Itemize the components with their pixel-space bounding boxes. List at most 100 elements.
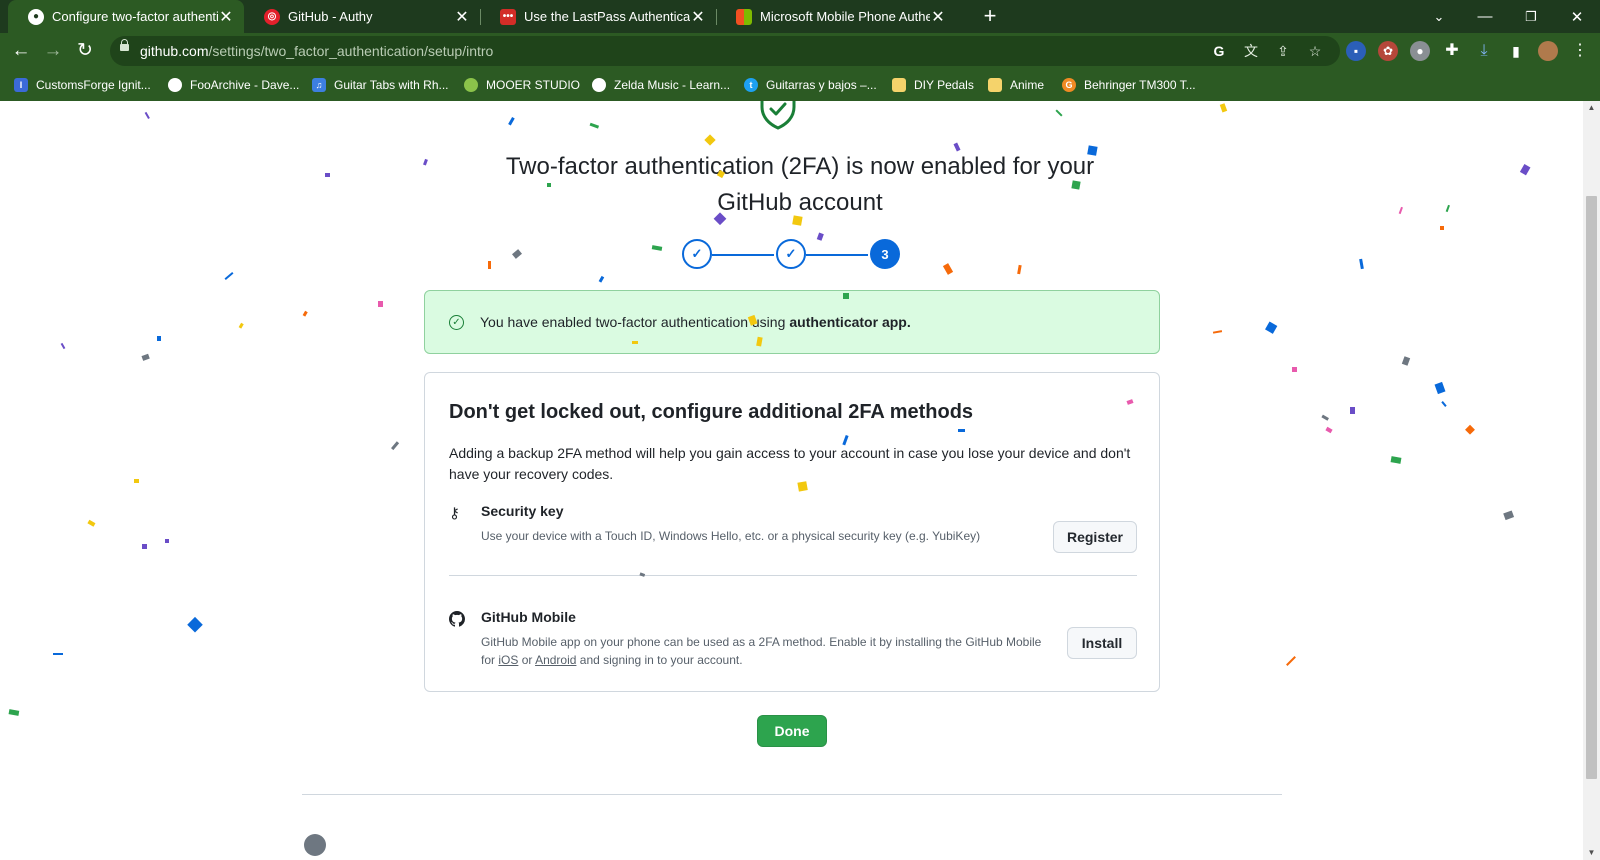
step-3-current: 3 bbox=[870, 239, 900, 269]
check-circle-icon: ✓ bbox=[449, 314, 464, 330]
folder-icon bbox=[892, 78, 906, 92]
folder-icon bbox=[988, 78, 1002, 92]
lastpass-favicon-icon: ••• bbox=[500, 8, 516, 25]
scrollbar-thumb[interactable] bbox=[1586, 196, 1597, 779]
lock-icon[interactable] bbox=[120, 39, 129, 51]
bookmark-fooarchive[interactable]: FooArchive - Dave... bbox=[168, 76, 299, 94]
flash-text: You have enabled two-factor authenticati… bbox=[480, 314, 786, 330]
step-connector bbox=[712, 254, 774, 256]
close-tab-icon[interactable]: ✕ bbox=[690, 7, 706, 27]
close-tab-icon[interactable]: ✕ bbox=[930, 7, 946, 27]
or-text: or bbox=[521, 653, 533, 667]
github-mobile-method: GitHub Mobile GitHub Mobile app on your … bbox=[449, 609, 1137, 669]
close-tab-icon[interactable]: ✕ bbox=[454, 7, 470, 27]
security-key-title: Security key bbox=[481, 503, 564, 519]
behringer-favicon-icon: G bbox=[1062, 78, 1076, 92]
github-footer-logo-icon bbox=[304, 834, 326, 856]
tab-microsoft[interactable]: Microsoft Mobile Phone Authenti ✕ bbox=[716, 0, 956, 33]
bookmark-label: Guitar Tabs with Rh... bbox=[334, 78, 449, 92]
extension-gray-icon[interactable]: ● bbox=[1410, 41, 1430, 61]
new-tab-plus-icon[interactable]: + bbox=[978, 4, 1002, 28]
globe-icon bbox=[592, 78, 606, 92]
bookmark-label: FooArchive - Dave... bbox=[190, 78, 300, 92]
close-window-icon[interactable]: ✕ bbox=[1554, 0, 1600, 33]
url-host: github.com bbox=[140, 43, 209, 59]
tab-search-chevron-icon[interactable]: ⌄ bbox=[1416, 0, 1462, 33]
url-text: github.com/settings/two_factor_authentic… bbox=[140, 43, 493, 59]
globe-icon bbox=[168, 78, 182, 92]
security-key-method: ⚷ Security key Use your device with a To… bbox=[449, 503, 1137, 563]
translate-icon[interactable]: 文 bbox=[1242, 42, 1260, 60]
tab-title: GitHub - Authy bbox=[288, 9, 373, 24]
share-icon[interactable]: ⇪ bbox=[1274, 42, 1292, 60]
scroll-up-arrow-icon[interactable]: ▲ bbox=[1583, 101, 1600, 115]
browser-toolbar: ← → ↻ github.com/settings/two_factor_aut… bbox=[0, 33, 1600, 69]
divider bbox=[449, 575, 1137, 576]
tab-configure-2fa[interactable]: ● Configure two-factor authenticat ✕ bbox=[8, 0, 244, 33]
bookmarks-bar: I CustomsForge Ignit... FooArchive - Dave… bbox=[0, 69, 1600, 101]
shield-check-icon bbox=[760, 101, 796, 130]
github-mobile-description: GitHub Mobile app on your phone can be u… bbox=[481, 633, 1051, 669]
twitter-favicon-icon: t bbox=[744, 78, 758, 92]
bookmark-guitar-tabs[interactable]: ♫ Guitar Tabs with Rh... bbox=[312, 76, 449, 94]
download-icon[interactable]: ⤓ bbox=[1474, 41, 1494, 61]
security-key-description: Use your device with a Touch ID, Windows… bbox=[481, 529, 981, 543]
github-mobile-title: GitHub Mobile bbox=[481, 609, 576, 625]
page-title: Two-factor authentication (2FA) is now e… bbox=[505, 153, 1095, 216]
url-path: /settings/two_factor_authentication/setu… bbox=[208, 43, 494, 59]
minimize-icon[interactable]: — bbox=[1462, 0, 1508, 33]
tab-lastpass[interactable]: ••• Use the LastPass Authenticator ap ✕ bbox=[480, 0, 716, 33]
github-mark-icon bbox=[449, 611, 465, 627]
menu-kebab-icon[interactable]: ⋮ bbox=[1570, 41, 1590, 61]
github-favicon-icon: ● bbox=[28, 8, 44, 25]
tab-github-authy[interactable]: ◎ GitHub - Authy ✕ bbox=[244, 0, 480, 33]
card-description: Adding a backup 2FA method will help you… bbox=[449, 445, 1131, 482]
extensions-puzzle-icon[interactable]: ✚ bbox=[1442, 41, 1462, 61]
done-button[interactable]: Done bbox=[757, 715, 827, 747]
tab-strip: ● Configure two-factor authenticat ✕ ◎ G… bbox=[0, 0, 1600, 33]
address-bar[interactable]: github.com/settings/two_factor_authentic… bbox=[110, 36, 1340, 66]
bookmark-label: CustomsForge Ignit... bbox=[36, 78, 151, 92]
github-mobile-text-end: and signing in to your account. bbox=[579, 653, 743, 667]
back-arrow-icon[interactable]: ← bbox=[8, 38, 34, 64]
restore-icon[interactable]: ❐ bbox=[1508, 0, 1554, 33]
step-1-complete: ✓ bbox=[682, 239, 712, 269]
bookmark-star-icon[interactable]: ☆ bbox=[1306, 42, 1324, 60]
vertical-scrollbar[interactable]: ▲ ▼ bbox=[1583, 101, 1600, 860]
ios-link[interactable]: iOS bbox=[498, 653, 518, 667]
flash-method: authenticator app. bbox=[789, 314, 911, 330]
guitar-tabs-favicon-icon: ♫ bbox=[312, 78, 326, 92]
bookmark-mooer-studio[interactable]: MOOER STUDIO bbox=[464, 76, 580, 94]
bookmark-customsforge[interactable]: I CustomsForge Ignit... bbox=[14, 76, 151, 94]
close-tab-icon[interactable]: ✕ bbox=[218, 7, 234, 27]
bookmark-behringer[interactable]: G Behringer TM300 T... bbox=[1062, 76, 1196, 94]
step-2-complete: ✓ bbox=[776, 239, 806, 269]
card-title: Don't get locked out, configure addition… bbox=[449, 401, 974, 423]
install-button[interactable]: Install bbox=[1067, 627, 1137, 659]
forward-arrow-icon[interactable]: → bbox=[40, 38, 66, 64]
page-viewport: Two-factor authentication (2FA) is now e… bbox=[0, 101, 1583, 860]
tab-title: Microsoft Mobile Phone Authenti bbox=[760, 9, 930, 24]
bookmark-label: Zelda Music - Learn... bbox=[614, 78, 731, 92]
bookmark-zelda-music[interactable]: Zelda Music - Learn... bbox=[592, 76, 730, 94]
register-button[interactable]: Register bbox=[1053, 521, 1137, 553]
scroll-down-arrow-icon[interactable]: ▼ bbox=[1583, 846, 1600, 860]
progress-steps: ✓ ✓ 3 bbox=[680, 239, 900, 271]
bookmark-label: Anime bbox=[1010, 78, 1045, 92]
footer-divider bbox=[302, 794, 1282, 795]
tab-title: Configure two-factor authenticat bbox=[52, 9, 218, 24]
google-lens-icon[interactable]: G bbox=[1210, 42, 1228, 60]
mooer-favicon-icon bbox=[464, 78, 478, 92]
extension-red-icon[interactable]: ✿ bbox=[1378, 41, 1398, 61]
extension-blue-icon[interactable]: ▪ bbox=[1346, 41, 1366, 61]
bookmark-guitarras[interactable]: t Guitarras y bajos –... bbox=[744, 76, 877, 94]
bookmark-diy-pedals[interactable]: DIY Pedals bbox=[892, 76, 974, 94]
additional-2fa-card: Don't get locked out, configure addition… bbox=[424, 372, 1160, 692]
bookmark-label: Guitarras y bajos –... bbox=[766, 78, 877, 92]
android-link[interactable]: Android bbox=[535, 653, 576, 667]
profile-avatar[interactable] bbox=[1538, 41, 1558, 61]
bookmark-anime[interactable]: Anime bbox=[988, 76, 1044, 94]
bookmark-label: DIY Pedals bbox=[914, 78, 974, 92]
side-panel-icon[interactable]: ▮ bbox=[1506, 41, 1526, 61]
reload-icon[interactable]: ↻ bbox=[72, 38, 98, 64]
